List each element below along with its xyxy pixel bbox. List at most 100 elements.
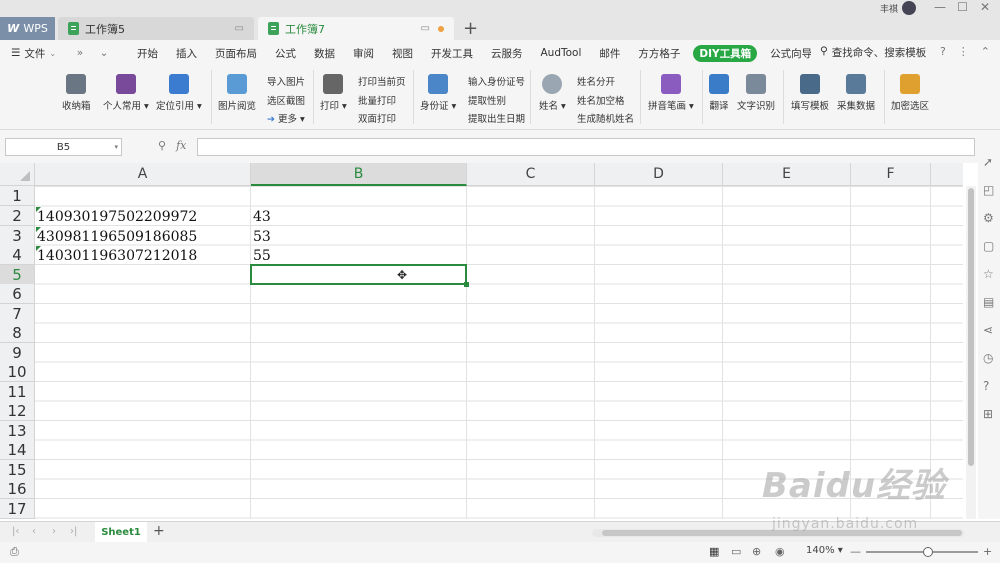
screenshot-selection-button[interactable]: 选区截图 [267, 93, 305, 107]
collapse-ribbon-icon[interactable]: ⌃ [981, 45, 990, 58]
last-sheet-icon[interactable]: ›| [70, 526, 77, 537]
zoom-slider[interactable] [866, 547, 978, 557]
personal-favorites-button[interactable]: 个人常用 ▾ [103, 74, 149, 112]
normal-view-icon[interactable]: ▦ [709, 545, 719, 558]
cell-a3[interactable]: 430981196509186085 [37, 227, 197, 247]
locate-reference-button[interactable]: 定位引用 ▾ [156, 74, 202, 112]
add-sheet-button[interactable]: + [153, 523, 165, 539]
user-account[interactable]: 丰祺 [880, 1, 916, 15]
zoom-search-icon[interactable]: ⚲ [158, 139, 166, 152]
properties-icon[interactable]: ⚙ [983, 211, 994, 225]
command-search[interactable]: ⚲ 查找命令、搜索模板 [820, 45, 926, 60]
menu-view[interactable]: 视图 [383, 46, 422, 61]
reading-mode-icon[interactable]: ⊕ [752, 545, 761, 558]
column-header-a[interactable]: A [35, 163, 251, 186]
row-header[interactable]: 2 [0, 206, 35, 226]
column-header-e[interactable]: E [723, 163, 851, 186]
menu-mail[interactable]: 邮件 [590, 46, 629, 61]
sheet-tab-sheet1[interactable]: Sheet1 [95, 522, 147, 542]
help-circle-icon[interactable]: ? [983, 379, 989, 393]
menu-formula-wizard[interactable]: 公式向导 [761, 46, 811, 61]
prev-sheet-icon[interactable]: ‹ [32, 526, 36, 537]
grid-apps-icon[interactable]: ⊞ [983, 407, 993, 421]
menu-cloud[interactable]: 云服务 [482, 46, 532, 61]
row-header[interactable]: 5 [0, 265, 35, 285]
row-header[interactable]: 6 [0, 284, 35, 304]
id-card-button[interactable]: 身份证 ▾ [420, 74, 456, 112]
menu-home[interactable]: 开始 [128, 46, 167, 61]
cell-b3[interactable]: 53 [253, 227, 271, 247]
close-icon[interactable]: ✕ [980, 0, 990, 14]
formula-input[interactable] [197, 138, 975, 156]
name-button[interactable]: 姓名 ▾ [539, 74, 566, 112]
menu-data[interactable]: 数据 [305, 46, 344, 61]
screen-icon[interactable]: ▭ [421, 23, 430, 34]
new-tab-button[interactable]: + [463, 18, 478, 39]
menu-diy-toolbox[interactable]: DIY工具箱 [693, 44, 758, 62]
menu-review[interactable]: 审阅 [344, 46, 383, 61]
more-button[interactable]: ➔ 更多 ▾ [267, 111, 305, 125]
row-header[interactable]: 12 [0, 401, 35, 421]
batch-print-button[interactable]: 批量打印 [358, 93, 396, 107]
random-name-button[interactable]: 生成随机姓名 [577, 111, 634, 125]
row-header[interactable]: 11 [0, 382, 35, 402]
wps-home-tab[interactable]: W WPS [0, 17, 55, 40]
vertical-scrollbar[interactable] [966, 186, 976, 519]
row-header[interactable]: 15 [0, 460, 35, 480]
first-sheet-icon[interactable]: |‹ [12, 526, 19, 537]
more-menu-icon[interactable]: » [68, 47, 92, 59]
ocr-button[interactable]: 文字识别 [737, 74, 775, 112]
row-header[interactable]: 1 [0, 186, 35, 206]
quick-access-dropdown-icon[interactable]: ⌄ [92, 47, 116, 59]
menu-developer[interactable]: 开发工具 [422, 46, 482, 61]
next-sheet-icon[interactable]: › [52, 526, 56, 537]
chevron-down-icon[interactable]: ▾ [114, 143, 118, 151]
macro-record-icon[interactable]: ⎙ [10, 545, 19, 559]
cell-b4[interactable]: 55 [253, 246, 271, 266]
print-current-page-button[interactable]: 打印当前页 [358, 74, 406, 88]
extract-gender-button[interactable]: 提取性别 [468, 93, 506, 107]
eye-protection-icon[interactable]: ◉ [775, 545, 785, 558]
translate-button[interactable]: 翻译 [709, 74, 729, 112]
import-image-button[interactable]: 导入图片 [267, 74, 305, 88]
help-icon[interactable]: ? [940, 45, 946, 58]
zoom-slider-knob[interactable] [923, 547, 933, 557]
column-header-f[interactable]: F [851, 163, 931, 186]
select-all-corner[interactable] [0, 163, 35, 186]
storage-box-button[interactable]: 收纳箱 [62, 74, 91, 112]
row-header[interactable]: 13 [0, 421, 35, 441]
row-header[interactable]: 14 [0, 440, 35, 460]
duplex-print-button[interactable]: 双面打印 [358, 111, 396, 125]
zoom-out-icon[interactable]: — [850, 545, 861, 558]
column-header-d[interactable]: D [595, 163, 723, 186]
more-options-icon[interactable]: ⋮ [958, 45, 969, 58]
fill-template-button[interactable]: 填写模板 [791, 74, 829, 112]
menu-page-layout[interactable]: 页面布局 [206, 46, 266, 61]
name-box[interactable]: B5 ▾ [5, 138, 122, 156]
shapes-icon[interactable]: ◰ [983, 183, 994, 197]
column-header-c[interactable]: C [467, 163, 595, 186]
row-header[interactable]: 3 [0, 226, 35, 246]
print-button[interactable]: 打印 ▾ [320, 74, 347, 112]
menu-audtool[interactable]: AudTool [532, 47, 591, 59]
menu-insert[interactable]: 插入 [167, 46, 206, 61]
function-icon[interactable]: fx [176, 139, 186, 152]
zoom-in-icon[interactable]: + [983, 545, 992, 558]
screen-icon[interactable]: ▭ [235, 23, 244, 34]
input-id-number-button[interactable]: 输入身份证号 [468, 74, 525, 88]
name-add-space-button[interactable]: 姓名加空格 [577, 93, 625, 107]
row-header[interactable]: 4 [0, 245, 35, 265]
collect-data-button[interactable]: 采集数据 [837, 74, 875, 112]
menu-ffcell[interactable]: 方方格子 [629, 46, 689, 61]
column-header-g[interactable] [931, 163, 963, 186]
menu-formulas[interactable]: 公式 [266, 46, 305, 61]
select-arrow-icon[interactable]: ➚ [983, 155, 993, 169]
pinyin-stroke-button[interactable]: 拼音笔画 ▾ [648, 74, 694, 112]
cell-a4[interactable]: 140301196307212018 [37, 246, 197, 266]
avatar[interactable] [902, 1, 916, 15]
note-icon[interactable]: ▢ [983, 239, 994, 253]
extract-birthdate-button[interactable]: 提取出生日期 [468, 111, 525, 125]
row-header[interactable]: 9 [0, 343, 35, 363]
scroll-thumb[interactable] [968, 188, 974, 466]
cell-a2[interactable]: 140930197502209972 [37, 207, 197, 227]
